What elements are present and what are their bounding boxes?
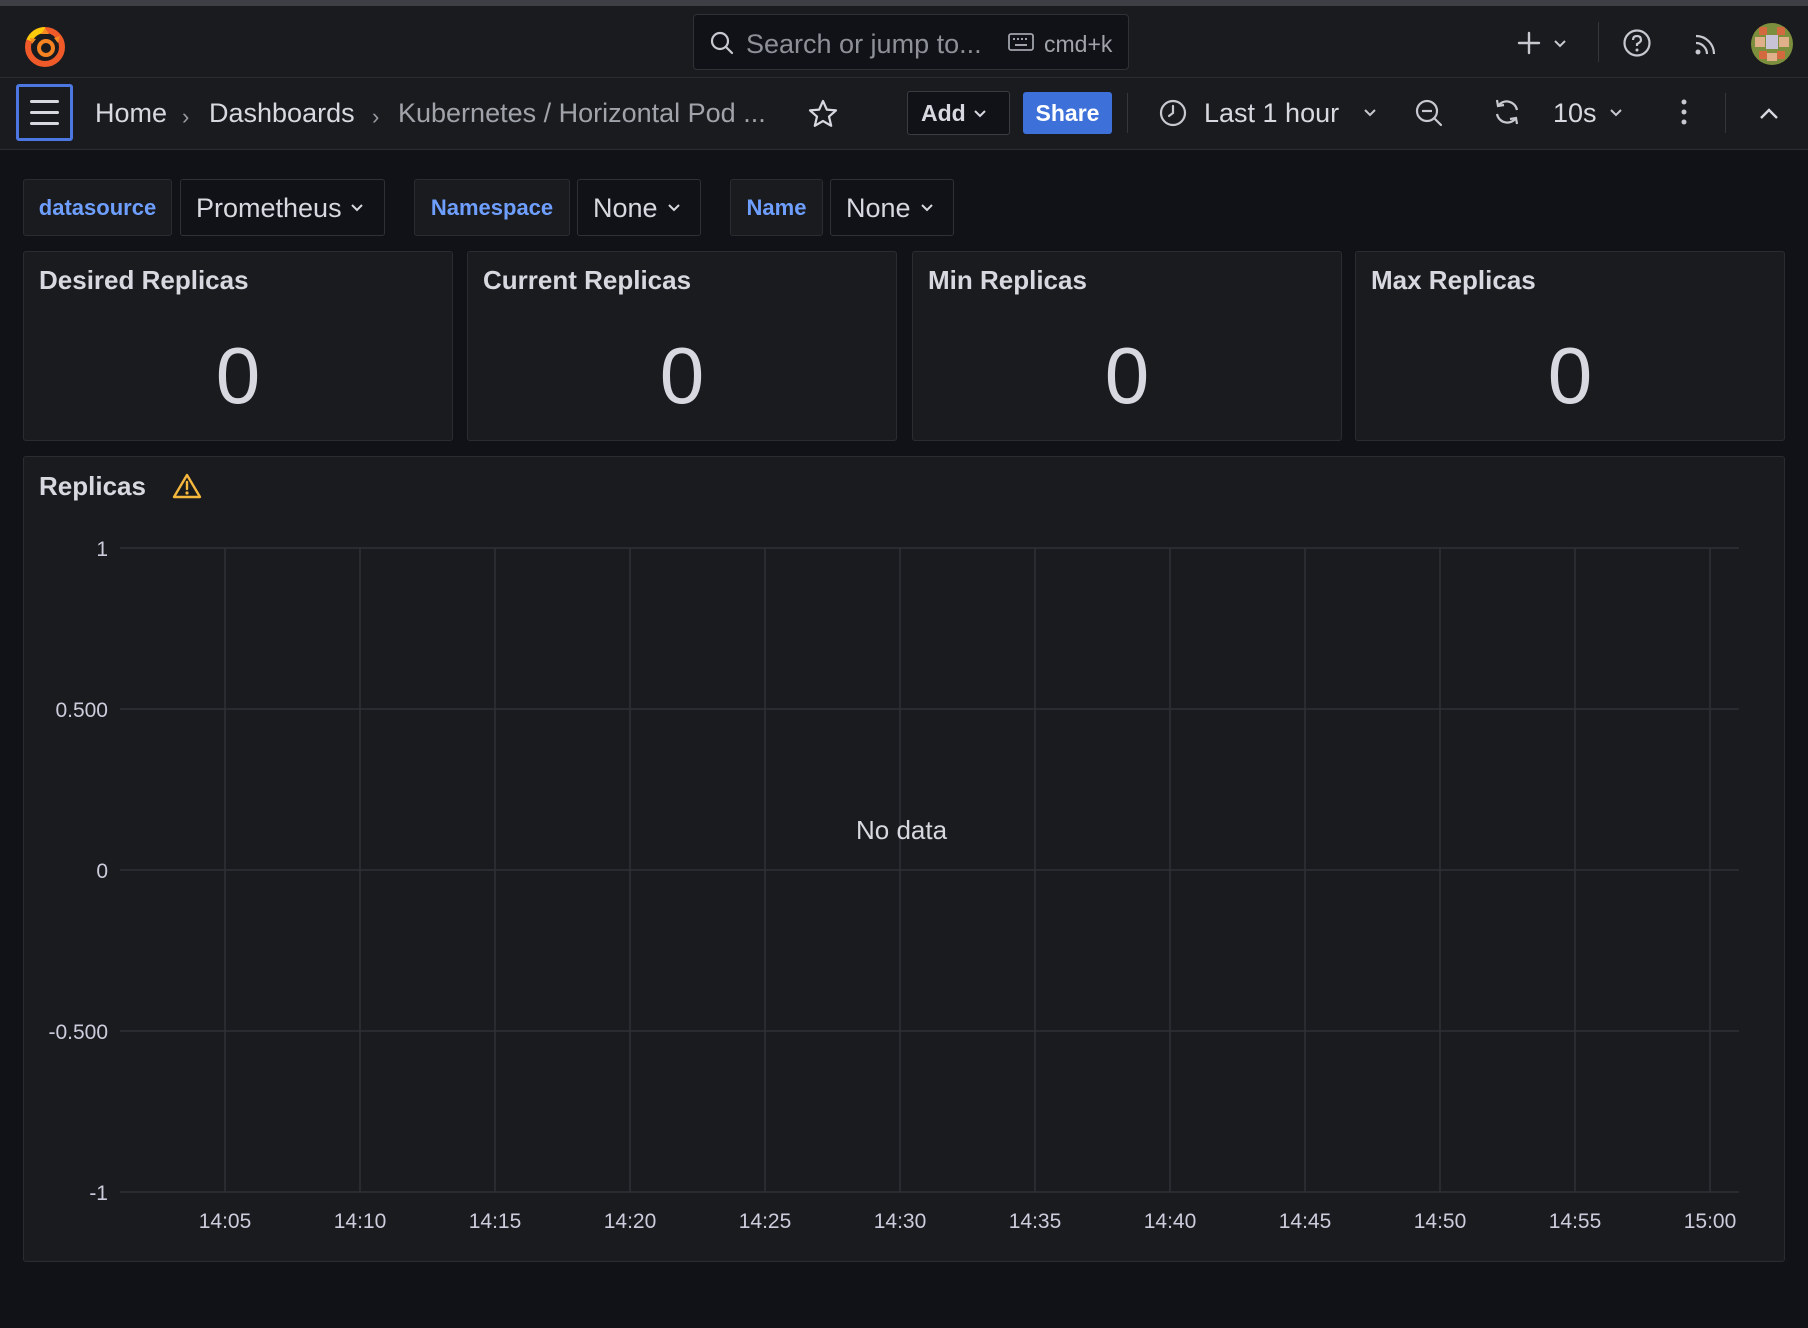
x-tick-label: 14:40 — [1144, 1210, 1197, 1233]
y-tick-label: 0 — [96, 860, 108, 883]
x-tick-label: 14:35 — [1009, 1210, 1062, 1233]
x-tick-label: 14:50 — [1414, 1210, 1467, 1233]
x-tick-label: 14:05 — [199, 1210, 252, 1233]
y-tick-label: 0.500 — [55, 699, 108, 722]
x-tick-label: 14:30 — [874, 1210, 927, 1233]
x-tick-label: 14:45 — [1279, 1210, 1332, 1233]
x-tick-label: 14:55 — [1549, 1210, 1602, 1233]
y-tick-label: -1 — [89, 1182, 108, 1205]
y-tick-label: -0.500 — [48, 1021, 108, 1044]
y-tick-label: 1 — [96, 538, 108, 561]
x-tick-label: 15:00 — [1684, 1210, 1737, 1233]
x-tick-label: 14:15 — [469, 1210, 522, 1233]
no-data-message: No data — [856, 815, 948, 845]
x-tick-label: 14:20 — [604, 1210, 657, 1233]
x-tick-label: 14:10 — [334, 1210, 387, 1233]
x-tick-label: 14:25 — [739, 1210, 792, 1233]
replicas-timeseries-chart: 1 0.500 0 -0.500 -1 14:05 14:10 14:15 14:20 14:25… — [48, 538, 1739, 1233]
